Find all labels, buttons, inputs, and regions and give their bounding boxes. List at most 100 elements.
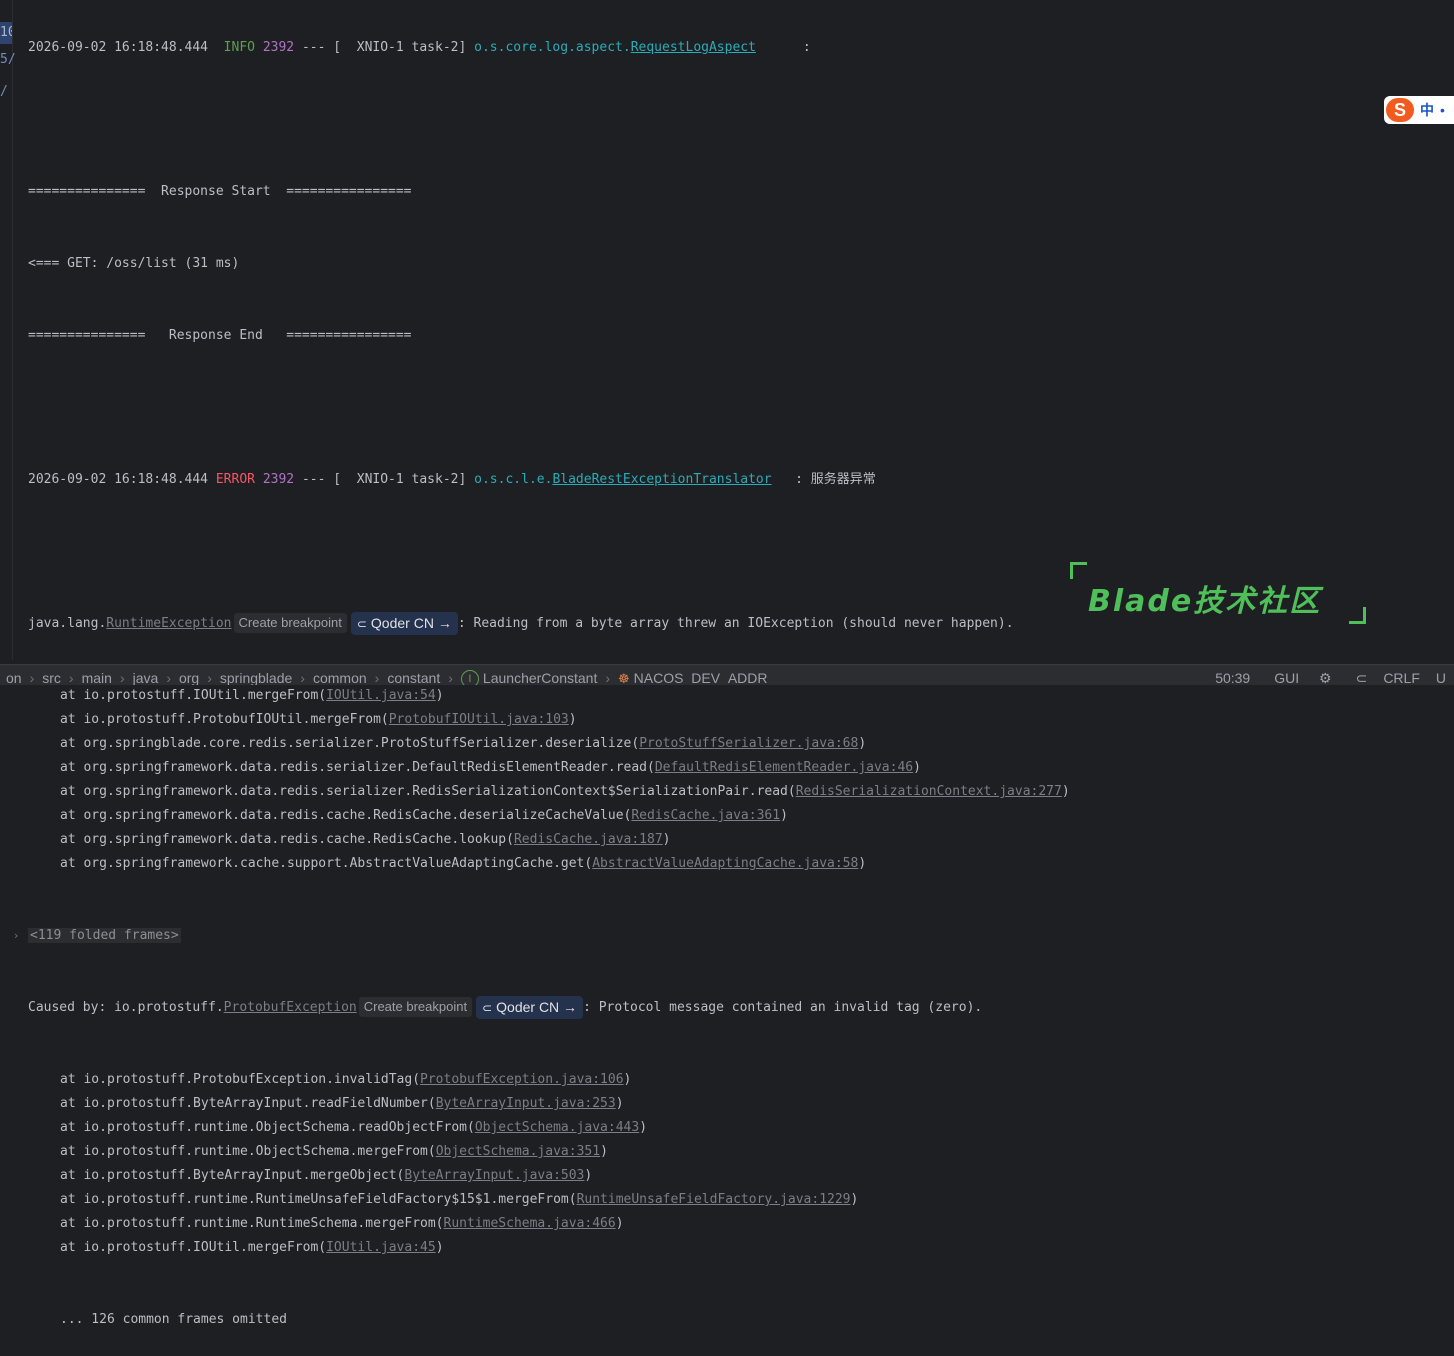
- log-timestamp: 2026-09-02 16:18:48.444: [28, 40, 209, 55]
- frame-paren: ): [600, 1144, 608, 1159]
- response-get-line: <=== GET: /oss/list (31 ms): [28, 256, 240, 271]
- chevron-right-icon: ›: [166, 670, 171, 685]
- ime-toolbar[interactable]: S 中 •: [1384, 96, 1454, 124]
- frame-paren: ): [858, 856, 867, 871]
- stack-frames: at io.protostuff.ProtobufException.inval…: [28, 1068, 1454, 1260]
- frame-source-link[interactable]: ObjectSchema.java:351: [436, 1144, 600, 1159]
- frame-paren: ): [913, 760, 921, 775]
- frame-source-link[interactable]: RedisCache.java:187: [514, 832, 663, 847]
- frame-method: at org.springblade.core.redis.serializer…: [60, 736, 640, 751]
- log-class-prefix: o.s.c.l.e.: [474, 472, 553, 487]
- breadcrumb-item[interactable]: common: [307, 665, 373, 685]
- qoder-icon: ⊂: [482, 1001, 493, 1015]
- ime-dot: •: [1440, 102, 1445, 118]
- frame-paren: ): [615, 1096, 624, 1111]
- ime-language[interactable]: 中: [1420, 100, 1434, 120]
- stack-frame: at org.springframework.data.redis.serial…: [28, 756, 1454, 780]
- frame-source-link[interactable]: AbstractValueAdaptingCache.java:58: [592, 856, 858, 871]
- folded-frames[interactable]: <119 folded frames>: [28, 928, 181, 943]
- log-line: 2026-09-02 16:18:48.444 INFO 2392 --- [ …: [28, 36, 1454, 60]
- frame-method: at io.protostuff.runtime.RuntimeSchema.m…: [60, 1216, 444, 1231]
- frame-paren: ): [1061, 784, 1070, 799]
- breadcrumb-label: LauncherConstant: [482, 670, 598, 685]
- encoding[interactable]: U: [1428, 665, 1454, 685]
- folded-frames-line[interactable]: › <119 folded frames>: [14, 924, 1454, 948]
- breadcrumb-item-field[interactable]: ☸ NACOS_DEV_ADDR: [612, 665, 773, 685]
- frame-paren: ): [662, 832, 671, 847]
- log-class-link[interactable]: RequestLogAspect: [631, 40, 756, 55]
- chevron-right-icon: ›: [119, 670, 125, 685]
- breadcrumb-item[interactable]: main: [76, 665, 118, 685]
- frame-source-link[interactable]: RedisCache.java:361: [631, 808, 780, 823]
- stack-frame: at io.protostuff.runtime.ObjectSchema.me…: [28, 1140, 1454, 1164]
- frame-source-link[interactable]: DefaultRedisElementReader.java:46: [655, 760, 913, 775]
- frame-source-link[interactable]: ByteArrayInput.java:503: [404, 1168, 584, 1183]
- watermark-bracket: [1349, 607, 1366, 624]
- frame-method: at io.protostuff.runtime.ObjectSchema.re…: [60, 1120, 475, 1135]
- breadcrumb: on › src › main › java › org › springblade › c…: [0, 665, 774, 685]
- qoder-cn-button[interactable]: ⊂ Qoder CN →: [476, 996, 584, 1019]
- sogou-logo-icon[interactable]: S: [1386, 98, 1414, 122]
- response-end-line: =============== Response End ===========…: [28, 328, 412, 343]
- lock-icon: ⚙: [1319, 670, 1332, 685]
- stack-frame: at org.springframework.data.redis.cache.…: [28, 828, 1454, 852]
- qoder-cn-button[interactable]: ⊂ Qoder CN →: [350, 612, 458, 635]
- chevron-right-icon: ›: [68, 670, 74, 685]
- frame-method: at io.protostuff.ProtobufIOUtil.mergeFro…: [60, 712, 389, 727]
- breadcrumb-item[interactable]: springblade: [214, 665, 298, 685]
- log-class-link[interactable]: BladeRestExceptionTranslator: [552, 472, 771, 487]
- breadcrumb-item[interactable]: src: [36, 665, 67, 685]
- log-separator: ---: [301, 472, 326, 487]
- frame-method: at org.springframework.data.redis.cache.…: [60, 808, 632, 823]
- qoder-label: Qoder CN →: [496, 999, 578, 1015]
- qoder-status-icon[interactable]: ⊂: [1348, 665, 1376, 685]
- frame-source-link[interactable]: IOUtil.java:45: [326, 1240, 436, 1255]
- error-log-line: 2026-09-02 16:18:48.444 ERROR 2392 --- […: [28, 468, 1454, 492]
- frame-method: at org.springframework.data.redis.serial…: [60, 784, 796, 799]
- gutter-mark: /: [0, 84, 8, 99]
- breadcrumb-item[interactable]: on: [0, 665, 28, 685]
- exception-class-link[interactable]: ProtobufException: [224, 1000, 357, 1015]
- log-class[interactable]: o.s.c.l.e.BladeRestExceptionTranslator: [474, 472, 771, 487]
- frame-method: at io.protostuff.ByteArrayInput.mergeObj…: [60, 1168, 405, 1183]
- frame-source-link[interactable]: ProtoStuffSerializer.java:68: [639, 736, 858, 751]
- frame-source-link[interactable]: ByteArrayInput.java:253: [436, 1096, 616, 1111]
- breadcrumb-item[interactable]: org: [173, 665, 205, 685]
- exception-package: java.lang.: [28, 616, 107, 631]
- breadcrumb-item[interactable]: constant: [381, 665, 446, 685]
- breadcrumb-item-class[interactable]: I LauncherConstant: [455, 665, 603, 685]
- gui-label: GUI: [1274, 670, 1300, 685]
- frame-source-link[interactable]: ObjectSchema.java:443: [475, 1120, 639, 1135]
- frame-method: at org.springframework.data.redis.cache.…: [60, 832, 514, 847]
- gui-indicator[interactable]: GUI ⚙: [1258, 665, 1347, 685]
- create-breakpoint-button[interactable]: Create breakpoint: [233, 613, 347, 633]
- frame-source-link[interactable]: ProtobufException.java:106: [420, 1072, 624, 1087]
- exception-message: : Reading from a byte array threw an IOE…: [457, 616, 1014, 631]
- qoder-label: Qoder CN →: [370, 615, 452, 631]
- frame-paren: ): [615, 1216, 624, 1231]
- breadcrumb-item[interactable]: java: [127, 665, 165, 685]
- stack-frame: at io.protostuff.IOUtil.mergeFrom(IOUtil…: [28, 684, 1454, 708]
- frame-source-link[interactable]: RuntimeSchema.java:466: [444, 1216, 616, 1231]
- stack-frames: at io.protostuff.IOUtil.mergeFrom(IOUtil…: [28, 684, 1454, 876]
- create-breakpoint-button[interactable]: Create breakpoint: [358, 997, 473, 1017]
- stack-frame: at org.springframework.data.redis.cache.…: [28, 804, 1454, 828]
- stack-frame: at org.springframework.data.redis.serial…: [28, 780, 1454, 804]
- frame-source-link[interactable]: ProtobufIOUtil.java:103: [389, 712, 569, 727]
- stack-frame: at org.springblade.core.redis.serializer…: [28, 732, 1454, 756]
- log-colon: :: [795, 472, 803, 487]
- frame-method: at io.protostuff.ProtobufException.inval…: [60, 1072, 421, 1087]
- frame-method: at org.springframework.cache.support.Abs…: [60, 856, 593, 871]
- frame-source-link[interactable]: IOUtil.java:54: [326, 688, 436, 703]
- frame-source-link[interactable]: RuntimeUnsafeFieldFactory.java:1229: [577, 1192, 851, 1207]
- log-class[interactable]: o.s.core.log.aspect.RequestLogAspect: [474, 40, 756, 55]
- exception-class-link[interactable]: RuntimeException: [106, 616, 231, 631]
- frame-source-link[interactable]: RedisSerializationContext.java:277: [796, 784, 1062, 799]
- cursor-position[interactable]: 50:39: [1207, 665, 1258, 685]
- log-level-info: INFO: [223, 40, 255, 55]
- chevron-right-icon[interactable]: ›: [14, 924, 18, 948]
- status-bar: on › src › main › java › org › springblade › c…: [0, 664, 1454, 685]
- log-class-prefix: o.s.core.log.aspect.: [474, 40, 631, 55]
- line-ending[interactable]: CRLF: [1375, 665, 1428, 685]
